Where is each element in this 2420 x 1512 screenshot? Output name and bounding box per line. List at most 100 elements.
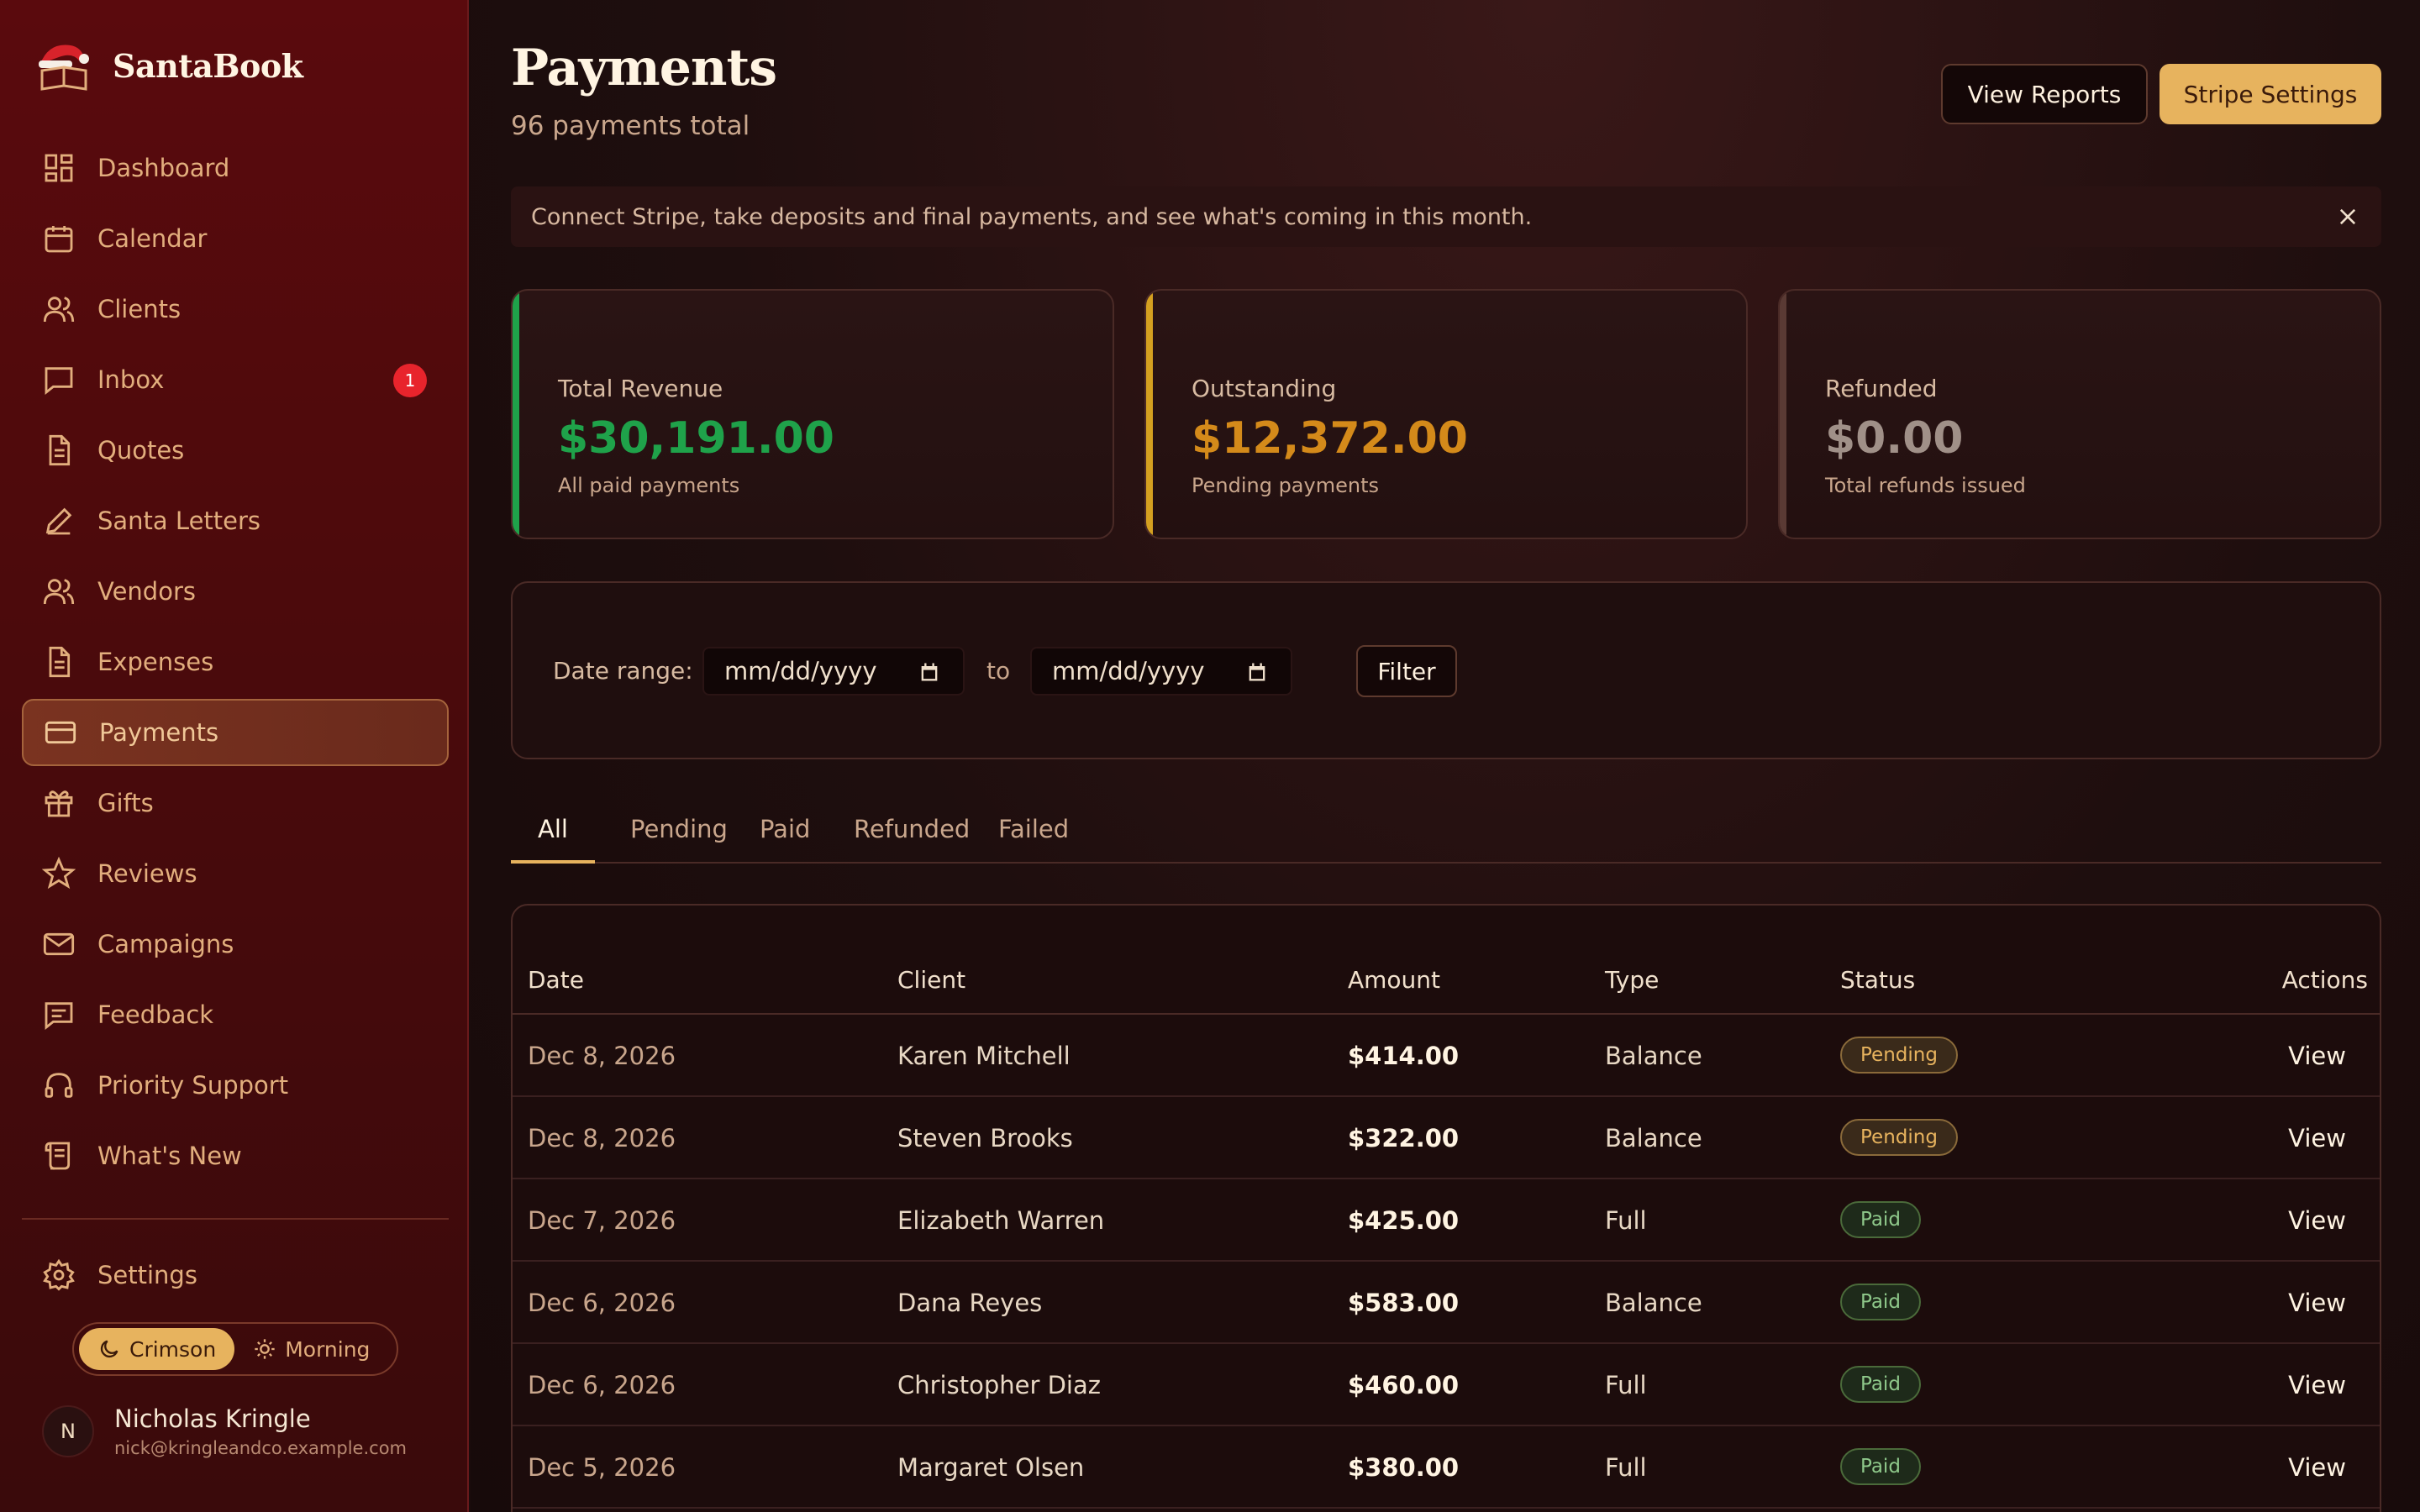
tab-paid[interactable]: Paid [733, 815, 837, 864]
stat-label: Total Revenue [558, 375, 723, 402]
view-link[interactable]: View [2288, 1371, 2346, 1399]
sidebar-item-whats-new[interactable]: What's New [22, 1122, 449, 1189]
sidebar-settings: Settings [22, 1242, 449, 1312]
sidebar-item-label: Reviews [97, 859, 197, 888]
sidebar-item-settings[interactable]: Settings [22, 1242, 449, 1309]
tab-failed[interactable]: Failed [971, 815, 1096, 864]
cell-date: Dec 5, 2026 [528, 1453, 676, 1482]
stat-accent-bar [513, 291, 519, 538]
stripe-settings-button[interactable]: Stripe Settings [2160, 64, 2381, 124]
brand-name: SantaBook [113, 46, 303, 85]
column-header-actions: Actions [2281, 966, 2368, 994]
sidebar-item-clients[interactable]: Clients [22, 276, 449, 343]
cell-type: Balance [1605, 1124, 1702, 1152]
sidebar-item-dashboard[interactable]: Dashboard [22, 134, 449, 202]
view-link[interactable]: View [2288, 1289, 2346, 1317]
sidebar-item-label: Quotes [97, 436, 185, 465]
sidebar-item-santa-letters[interactable]: Santa Letters [22, 487, 449, 554]
cell-amount: $322.00 [1348, 1124, 1460, 1152]
santa-hat-book-icon [39, 45, 89, 91]
status-badge: Paid [1840, 1284, 1921, 1320]
table-row[interactable]: Dec 8, 2026 Steven Brooks $322.00 Balanc… [513, 1097, 2380, 1179]
theme-option-label: Crimson [129, 1336, 217, 1362]
view-link[interactable]: View [2288, 1042, 2346, 1070]
sidebar-item-label: Inbox [97, 365, 165, 394]
message-icon [45, 367, 73, 395]
table-row[interactable]: Dec 7, 2026 Elizabeth Warren $425.00 Ful… [513, 1179, 2380, 1262]
sidebar-item-label: Expenses [97, 648, 214, 676]
cell-type: Full [1605, 1206, 1647, 1235]
column-header-client[interactable]: Client [897, 966, 965, 994]
status-badge: Pending [1840, 1037, 1958, 1074]
cell-type: Balance [1605, 1289, 1702, 1317]
sidebar-item-calendar[interactable]: Calendar [22, 205, 449, 272]
sidebar-item-payments[interactable]: Payments [22, 699, 449, 766]
cell-amount: $425.00 [1348, 1206, 1460, 1235]
feedback-icon [45, 1002, 73, 1030]
cell-type: Full [1605, 1453, 1647, 1482]
cell-client: Karen Mitchell [897, 1042, 1071, 1070]
sidebar-item-label: Campaigns [97, 930, 234, 958]
table-row[interactable]: Dec 6, 2026 Dana Reyes $583.00 Balance P… [513, 1262, 2380, 1344]
users-icon [43, 579, 75, 605]
status-badge: Paid [1840, 1366, 1921, 1403]
sidebar-item-reviews[interactable]: Reviews [22, 840, 449, 907]
close-icon[interactable] [2336, 205, 2360, 228]
cell-amount: $460.00 [1348, 1371, 1460, 1399]
star-icon [42, 857, 76, 890]
info-banner: Connect Stripe, take deposits and final … [511, 186, 2381, 247]
view-reports-button[interactable]: View Reports [1941, 64, 2148, 124]
user-profile[interactable]: N Nicholas Kringle nick@kringleandco.exa… [42, 1404, 407, 1458]
page-subtitle: 96 payments total [511, 111, 750, 141]
sidebar-item-label: Settings [97, 1261, 197, 1289]
view-link[interactable]: View [2288, 1206, 2346, 1235]
column-header-date[interactable]: Date [528, 966, 584, 994]
date-from-input[interactable]: mm/dd/yyyy [702, 647, 965, 696]
sidebar-item-feedback[interactable]: Feedback [22, 981, 449, 1048]
sidebar-item-quotes[interactable]: Quotes [22, 417, 449, 484]
view-link[interactable]: View [2288, 1124, 2346, 1152]
sidebar-item-vendors[interactable]: Vendors [22, 558, 449, 625]
moon-icon [100, 1340, 118, 1358]
cell-type: Balance [1605, 1042, 1702, 1070]
date-to-input[interactable]: mm/dd/yyyy [1030, 647, 1292, 696]
dashboard-icon [45, 154, 73, 182]
column-header-type[interactable]: Type [1605, 966, 1659, 994]
stat-label: Refunded [1825, 375, 1938, 402]
view-link[interactable]: View [2288, 1453, 2346, 1482]
sidebar-item-expenses[interactable]: Expenses [22, 628, 449, 696]
calendar-icon [921, 663, 938, 681]
table-row[interactable]: Dec 6, 2026 Christopher Diaz $460.00 Ful… [513, 1344, 2380, 1426]
document-icon [49, 646, 71, 678]
column-header-status[interactable]: Status [1840, 966, 1915, 994]
sidebar-item-label: Payments [99, 718, 219, 747]
sidebar-item-gifts[interactable]: Gifts [22, 769, 449, 837]
status-tabs: All Pending Paid Refunded Failed [511, 806, 2381, 864]
table-row[interactable]: Dec 8, 2026 Karen Mitchell $414.00 Balan… [513, 1015, 2380, 1097]
tab-pending[interactable]: Pending [603, 815, 755, 864]
stat-note: All paid payments [558, 474, 740, 497]
sidebar-item-campaigns[interactable]: Campaigns [22, 911, 449, 978]
cell-date: Dec 6, 2026 [528, 1371, 676, 1399]
stat-label: Outstanding [1192, 375, 1337, 402]
sidebar-item-label: Dashboard [97, 154, 230, 182]
pen-icon [45, 507, 72, 535]
sidebar-item-label: Gifts [97, 789, 154, 817]
theme-option-morning[interactable]: Morning [234, 1328, 388, 1370]
calendar-icon [1249, 663, 1265, 681]
table-row[interactable]: Dec 5, 2026 Margaret Olsen $380.00 Full … [513, 1426, 2380, 1509]
brand[interactable]: SantaBook [34, 39, 303, 92]
inbox-unread-badge: 1 [393, 364, 427, 397]
theme-option-crimson[interactable]: Crimson [79, 1328, 235, 1370]
cell-amount: $380.00 [1348, 1453, 1460, 1482]
status-badge: Paid [1840, 1448, 1921, 1485]
date-range-to-label: to [986, 657, 1011, 685]
stat-value: $0.00 [1825, 413, 1964, 464]
filter-button[interactable]: Filter [1356, 645, 1457, 697]
sidebar-item-inbox[interactable]: Inbox 1 [22, 346, 449, 413]
sidebar-item-label: Calendar [97, 224, 208, 253]
calendar-icon [45, 226, 73, 253]
column-header-amount[interactable]: Amount [1348, 966, 1440, 994]
tab-all[interactable]: All [511, 815, 595, 864]
sidebar-item-priority-support[interactable]: Priority Support [22, 1052, 449, 1119]
